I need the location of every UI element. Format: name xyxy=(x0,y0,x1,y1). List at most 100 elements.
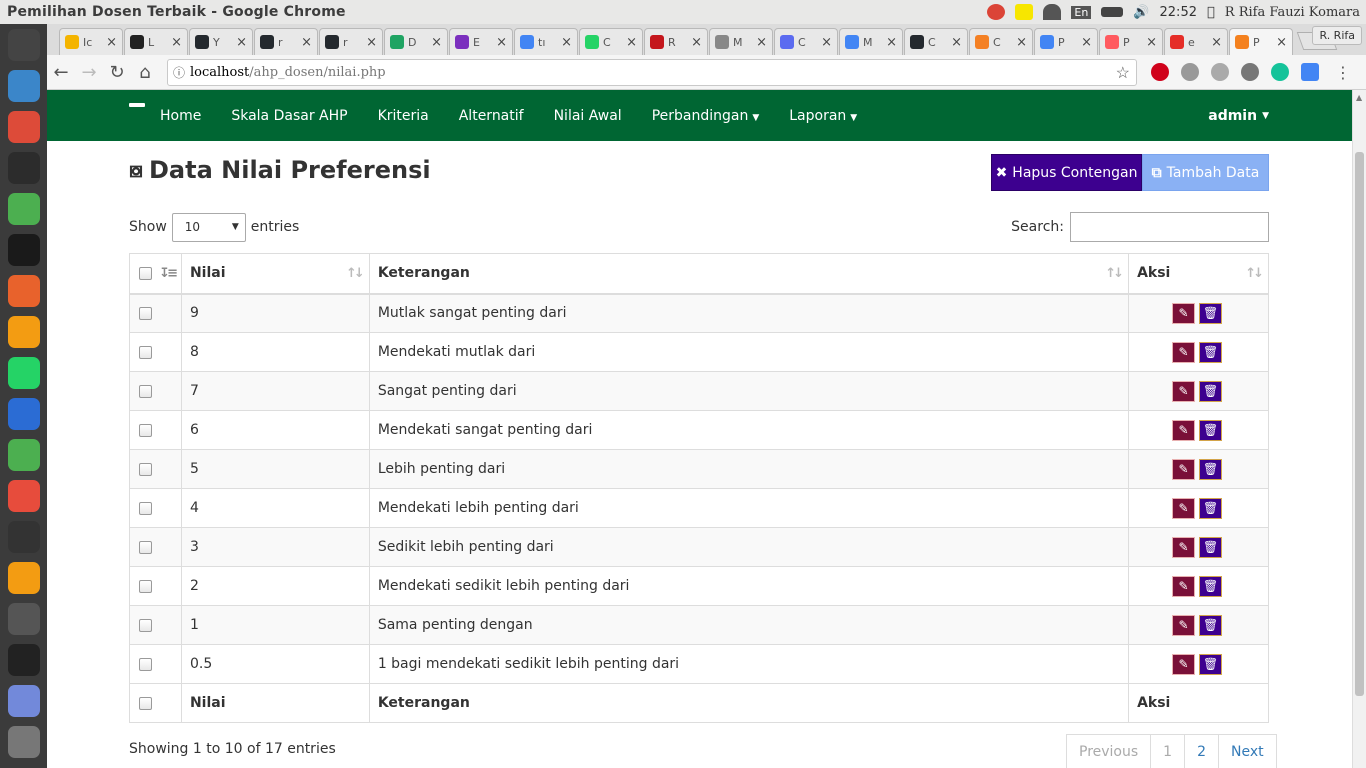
launcher-app-icon[interactable] xyxy=(7,356,40,389)
row-checkbox[interactable] xyxy=(139,618,152,632)
translate-icon[interactable] xyxy=(1301,63,1319,81)
launcher-app-icon[interactable] xyxy=(7,520,40,553)
delete-trash-icon[interactable]: 🗑 xyxy=(1199,536,1223,558)
browser-tab[interactable]: P × xyxy=(1034,28,1098,55)
extension-icon[interactable] xyxy=(1181,63,1199,81)
nav-laporan-dropdown[interactable]: Laporan ▼ xyxy=(789,108,857,124)
info-icon[interactable]: ⓘ xyxy=(168,64,190,81)
tab-close-icon[interactable]: × xyxy=(106,35,117,50)
delete-trash-icon[interactable]: 🗑 xyxy=(1199,458,1223,480)
delete-trash-icon[interactable]: 🗑 xyxy=(1199,497,1223,519)
edit-pencil-icon[interactable]: ✎ xyxy=(1172,614,1196,636)
nav-alternatif[interactable]: Alternatif xyxy=(459,108,524,124)
page-scrollbar[interactable]: ▲ xyxy=(1352,90,1366,768)
browser-tab[interactable]: M × xyxy=(839,28,903,55)
browser-tab[interactable]: r × xyxy=(254,28,318,55)
tab-close-icon[interactable]: × xyxy=(756,35,767,50)
reload-button[interactable]: ↻ xyxy=(103,62,131,83)
launcher-app-icon[interactable] xyxy=(7,684,40,717)
edit-pencil-icon[interactable]: ✎ xyxy=(1172,302,1196,324)
launcher-app-icon[interactable] xyxy=(7,28,40,61)
browser-tab[interactable]: E × xyxy=(449,28,513,55)
tab-close-icon[interactable]: × xyxy=(821,35,832,50)
browser-tab[interactable]: Ic × xyxy=(59,28,123,55)
launcher-app-icon[interactable] xyxy=(7,643,40,676)
delete-trash-icon[interactable]: 🗑 xyxy=(1199,341,1223,363)
launcher-app-icon[interactable] xyxy=(7,110,40,143)
select-all-checkbox[interactable] xyxy=(139,266,152,280)
browser-tab[interactable]: r × xyxy=(319,28,383,55)
browser-tab[interactable]: e × xyxy=(1164,28,1228,55)
nav-perbandingan-dropdown[interactable]: Perbandingan ▼ xyxy=(652,108,760,124)
select-all-header[interactable]: ↧≡ xyxy=(129,253,182,295)
home-button[interactable]: ⌂ xyxy=(131,62,159,83)
grammarly-icon[interactable] xyxy=(1271,63,1289,81)
battery-icon[interactable] xyxy=(1101,7,1124,17)
tab-close-icon[interactable]: × xyxy=(1211,35,1222,50)
tab-close-icon[interactable]: × xyxy=(951,35,962,50)
tab-close-icon[interactable]: × xyxy=(691,35,702,50)
edit-pencil-icon[interactable]: ✎ xyxy=(1172,458,1196,480)
address-bar[interactable]: ⓘ localhost/ahp_dosen/nilai.php ☆ xyxy=(167,58,1137,86)
browser-tab[interactable]: P × xyxy=(1099,28,1163,55)
row-checkbox[interactable] xyxy=(139,579,152,593)
launcher-app-icon[interactable] xyxy=(7,438,40,471)
launcher-app-icon[interactable] xyxy=(7,192,40,225)
nav-nilai-awal[interactable]: Nilai Awal xyxy=(554,108,622,124)
browser-tab[interactable]: L × xyxy=(124,28,188,55)
launcher-app-icon[interactable] xyxy=(7,151,40,184)
edit-pencil-icon[interactable]: ✎ xyxy=(1172,380,1196,402)
browser-tab[interactable]: Y × xyxy=(189,28,253,55)
edit-pencil-icon[interactable]: ✎ xyxy=(1172,419,1196,441)
browser-tab[interactable]: R × xyxy=(644,28,708,55)
chrome-tray-icon[interactable] xyxy=(987,4,1006,20)
bookmark-star-icon[interactable]: ☆ xyxy=(1116,63,1136,82)
chat-icon[interactable] xyxy=(1241,63,1259,81)
tab-close-icon[interactable]: × xyxy=(431,35,442,50)
next-page-button[interactable]: Next xyxy=(1218,734,1277,768)
row-checkbox[interactable] xyxy=(139,306,152,320)
profile-button[interactable]: R. Rifa xyxy=(1312,26,1362,45)
launcher-app-icon[interactable] xyxy=(7,315,40,348)
launcher-app-icon[interactable] xyxy=(7,561,40,594)
nav-kriteria[interactable]: Kriteria xyxy=(378,108,429,124)
delete-trash-icon[interactable]: 🗑 xyxy=(1199,419,1223,441)
launcher-app-icon[interactable] xyxy=(7,602,40,635)
browser-tab[interactable]: C × xyxy=(969,28,1033,55)
delete-trash-icon[interactable]: 🗑 xyxy=(1199,614,1223,636)
browser-tab[interactable]: C × xyxy=(904,28,968,55)
back-button[interactable]: ← xyxy=(47,62,75,83)
row-checkbox[interactable] xyxy=(139,657,152,671)
tab-close-icon[interactable]: × xyxy=(301,35,312,50)
delete-trash-icon[interactable]: 🗑 xyxy=(1199,302,1223,324)
delete-trash-icon[interactable]: 🗑 xyxy=(1199,653,1223,675)
tab-close-icon[interactable]: × xyxy=(366,35,377,50)
search-input[interactable] xyxy=(1070,212,1269,242)
footer-select-checkbox[interactable] xyxy=(139,696,152,710)
browser-tab[interactable]: M × xyxy=(709,28,773,55)
edit-pencil-icon[interactable]: ✎ xyxy=(1172,536,1196,558)
row-checkbox[interactable] xyxy=(139,423,152,437)
tab-close-icon[interactable]: × xyxy=(1016,35,1027,50)
header-nilai[interactable]: Nilai ↑↓ xyxy=(180,253,370,295)
page-2-button[interactable]: 2 xyxy=(1184,734,1220,768)
hapus-contengan-button[interactable]: ✖ Hapus Contengan xyxy=(991,154,1142,191)
browser-tab[interactable]: D × xyxy=(384,28,448,55)
tab-close-icon[interactable]: × xyxy=(886,35,897,50)
tab-close-icon[interactable]: × xyxy=(561,35,572,50)
delete-trash-icon[interactable]: 🗑 xyxy=(1199,380,1223,402)
row-checkbox[interactable] xyxy=(139,540,152,554)
previous-page-button[interactable]: Previous xyxy=(1066,734,1152,768)
row-checkbox[interactable] xyxy=(139,501,152,515)
browser-tab[interactable]: C × xyxy=(579,28,643,55)
launcher-app-icon[interactable] xyxy=(7,69,40,102)
menu-icon[interactable]: ⋮ xyxy=(1335,63,1351,82)
launcher-app-icon[interactable] xyxy=(7,397,40,430)
volume-icon[interactable]: 🔊 xyxy=(1133,5,1149,20)
scrollbar-thumb[interactable] xyxy=(1355,152,1364,696)
tab-close-icon[interactable]: × xyxy=(626,35,637,50)
nav-skala-dasar-ahp[interactable]: Skala Dasar AHP xyxy=(231,108,347,124)
scroll-up-icon[interactable]: ▲ xyxy=(1356,93,1362,102)
browser-tab[interactable]: C × xyxy=(774,28,838,55)
header-aksi[interactable]: Aksi ↑↓ xyxy=(1128,253,1269,295)
